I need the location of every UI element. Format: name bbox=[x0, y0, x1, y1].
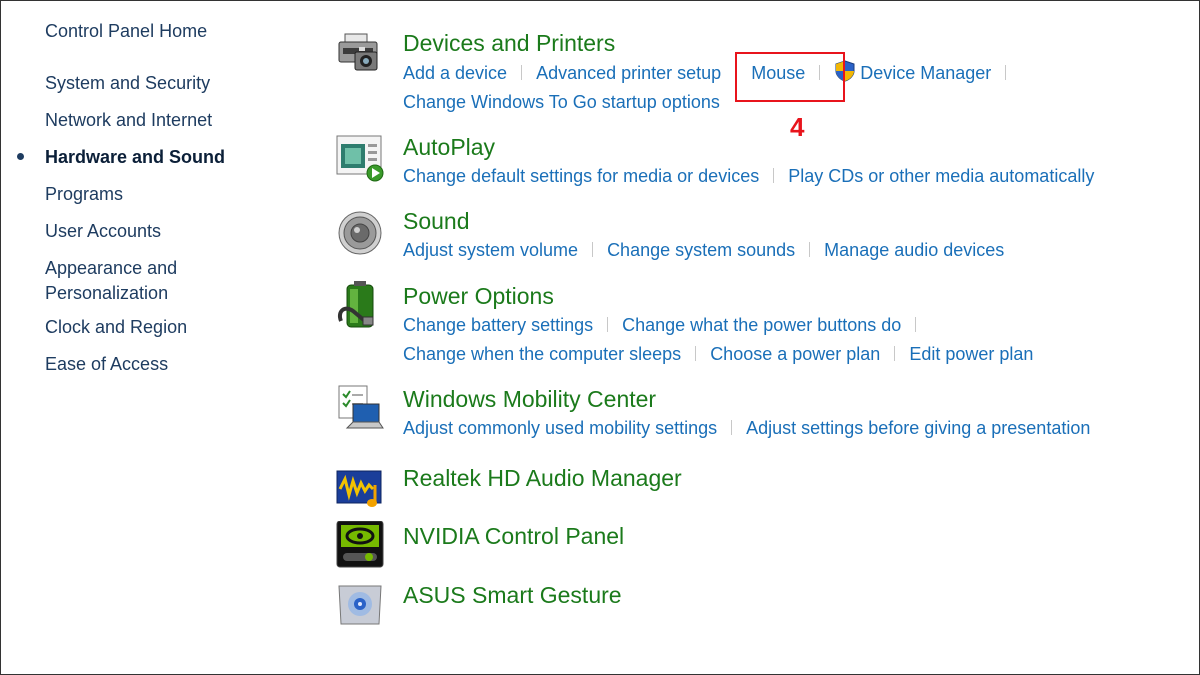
devices-links-row2: Change Windows To Go startup options bbox=[403, 89, 720, 115]
sidebar-item-network[interactable]: Network and Internet bbox=[45, 108, 212, 133]
asus-smart-gesture-title[interactable]: ASUS Smart Gesture bbox=[403, 580, 622, 610]
sidebar-item-appearance[interactable]: Appearance and bbox=[45, 256, 177, 281]
sidebar-item-clock-region[interactable]: Clock and Region bbox=[45, 315, 187, 340]
separator bbox=[894, 346, 896, 361]
sidebar-item-hardware-sound[interactable]: Hardware and Sound bbox=[45, 145, 225, 170]
separator bbox=[607, 317, 609, 332]
separator bbox=[809, 242, 811, 257]
sidebar-item-personalization[interactable]: Personalization bbox=[45, 281, 168, 306]
mobility-settings-link[interactable]: Adjust commonly used mobility settings bbox=[403, 418, 717, 438]
sidebar-item-user-accounts[interactable]: User Accounts bbox=[45, 219, 161, 244]
separator bbox=[695, 346, 697, 361]
sound-title[interactable]: Sound bbox=[403, 206, 470, 236]
choose-power-plan-link[interactable]: Choose a power plan bbox=[710, 344, 880, 364]
autoplay-links: Change default settings for media or dev… bbox=[403, 163, 1094, 189]
separator bbox=[592, 242, 594, 257]
devices-links-row1: Add a device Advanced printer setup Mouse … bbox=[403, 60, 1020, 86]
battery-icon[interactable] bbox=[335, 281, 385, 331]
change-default-media-link[interactable]: Change default settings for media or dev… bbox=[403, 166, 759, 186]
sidebar: Control Panel Home System and Security N… bbox=[0, 0, 300, 675]
autoplay-icon[interactable] bbox=[335, 132, 385, 182]
mobility-center-title[interactable]: Windows Mobility Center bbox=[403, 384, 656, 414]
presentation-settings-link[interactable]: Adjust settings before giving a presenta… bbox=[746, 418, 1090, 438]
separator bbox=[915, 317, 917, 332]
autoplay-title[interactable]: AutoPlay bbox=[403, 132, 495, 162]
adjust-volume-link[interactable]: Adjust system volume bbox=[403, 240, 578, 260]
sidebar-item-ease-of-access[interactable]: Ease of Access bbox=[45, 352, 168, 377]
touchpad-icon[interactable] bbox=[335, 580, 385, 630]
edit-power-plan-link[interactable]: Edit power plan bbox=[909, 344, 1033, 364]
change-battery-settings-link[interactable]: Change battery settings bbox=[403, 315, 593, 335]
printer-icon[interactable] bbox=[335, 28, 385, 78]
manage-audio-devices-link[interactable]: Manage audio devices bbox=[824, 240, 1004, 260]
power-options-title[interactable]: Power Options bbox=[403, 281, 554, 311]
mouse-highlight-box bbox=[735, 52, 845, 102]
step-number-label: 4 bbox=[790, 112, 805, 142]
computer-sleeps-link[interactable]: Change when the computer sleeps bbox=[403, 344, 681, 364]
active-bullet-icon bbox=[17, 153, 24, 160]
separator bbox=[773, 168, 775, 183]
advanced-printer-setup-link[interactable]: Advanced printer setup bbox=[536, 63, 721, 83]
realtek-title[interactable]: Realtek HD Audio Manager bbox=[403, 463, 682, 493]
nvidia-title[interactable]: NVIDIA Control Panel bbox=[403, 521, 624, 551]
mobility-links: Adjust commonly used mobility settings Ad… bbox=[403, 415, 1090, 441]
devices-printers-title[interactable]: Devices and Printers bbox=[403, 28, 615, 58]
play-cds-link[interactable]: Play CDs or other media automatically bbox=[788, 166, 1094, 186]
control-panel-home-link[interactable]: Control Panel Home bbox=[45, 19, 207, 44]
sidebar-item-programs[interactable]: Programs bbox=[45, 182, 123, 207]
separator bbox=[1005, 65, 1007, 80]
sound-links: Adjust system volume Change system sounds… bbox=[403, 237, 1004, 263]
realtek-audio-icon[interactable] bbox=[335, 463, 385, 513]
power-buttons-link[interactable]: Change what the power buttons do bbox=[622, 315, 901, 335]
add-device-link[interactable]: Add a device bbox=[403, 63, 507, 83]
speaker-icon[interactable] bbox=[335, 206, 385, 256]
change-system-sounds-link[interactable]: Change system sounds bbox=[607, 240, 795, 260]
nvidia-icon[interactable] bbox=[335, 521, 385, 571]
windows-to-go-link[interactable]: Change Windows To Go startup options bbox=[403, 92, 720, 112]
laptop-icon[interactable] bbox=[335, 384, 385, 434]
device-manager-link[interactable]: Device Manager bbox=[860, 63, 991, 83]
sidebar-item-system-security[interactable]: System and Security bbox=[45, 71, 210, 96]
separator bbox=[731, 420, 733, 435]
separator bbox=[521, 65, 523, 80]
power-links-row2: Change when the computer sleeps Choose a … bbox=[403, 341, 1033, 367]
power-links-row1: Change battery settings Change what the p… bbox=[403, 312, 930, 338]
